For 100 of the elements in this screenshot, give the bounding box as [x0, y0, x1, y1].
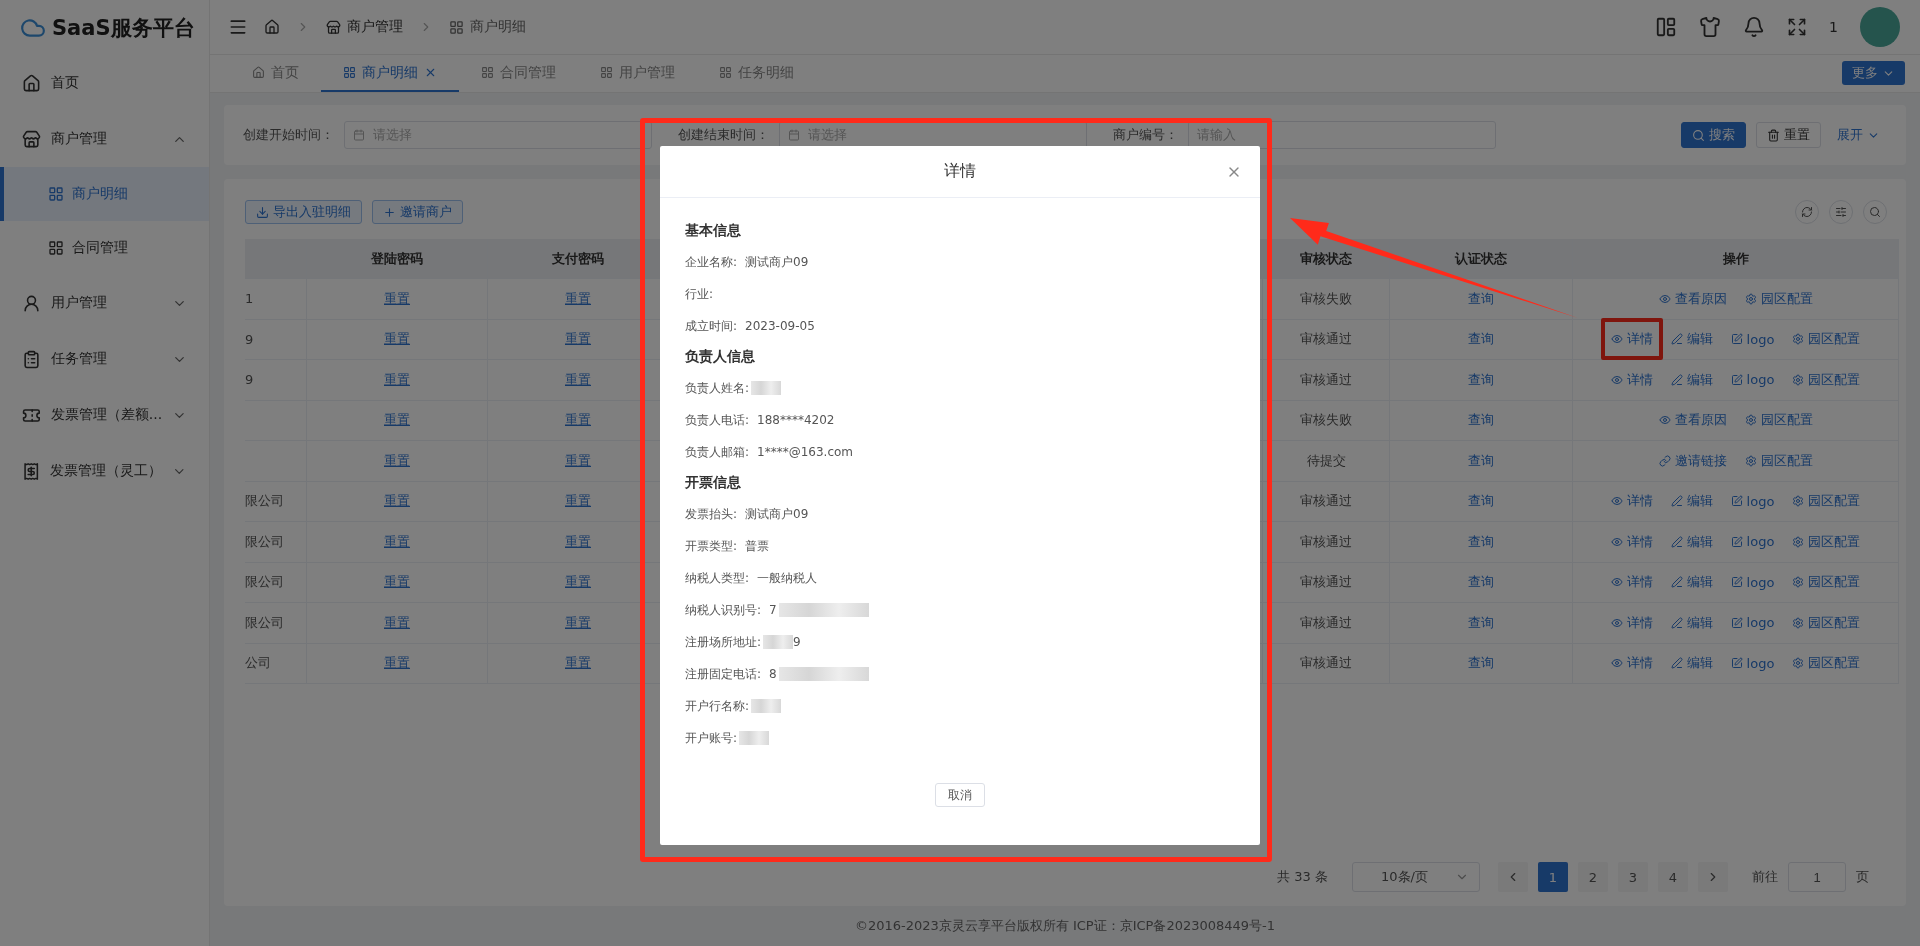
- action-link[interactable]: logo: [1730, 615, 1775, 631]
- reset-link[interactable]: 重置: [384, 573, 410, 592]
- query-link[interactable]: 查询: [1468, 411, 1494, 430]
- query-link[interactable]: 查询: [1468, 532, 1494, 551]
- action-link[interactable]: logo: [1730, 574, 1775, 590]
- toolbar-button[interactable]: 导出入驻明细: [245, 200, 362, 224]
- action-link[interactable]: 园区配置: [1744, 451, 1813, 470]
- reset-link[interactable]: 重置: [565, 451, 591, 470]
- query-link[interactable]: 查询: [1468, 654, 1494, 673]
- action-link[interactable]: 详情: [1610, 654, 1653, 673]
- action-link[interactable]: 详情: [1610, 492, 1653, 511]
- sidebar-subitem[interactable]: 合同管理: [0, 221, 209, 275]
- expand-link[interactable]: 展开: [1831, 125, 1886, 145]
- query-link[interactable]: 查询: [1468, 492, 1494, 511]
- page-input[interactable]: 1: [1788, 862, 1846, 892]
- reset-link[interactable]: 重置: [384, 289, 410, 308]
- reset-link[interactable]: 重置: [384, 654, 410, 673]
- reset-link[interactable]: 重置: [384, 330, 410, 349]
- shirt-icon[interactable]: [1699, 16, 1722, 38]
- layout-icon[interactable]: [1655, 16, 1678, 38]
- action-link[interactable]: 编辑: [1670, 654, 1713, 673]
- bell-icon[interactable]: [1743, 16, 1766, 38]
- reset-link[interactable]: 重置: [565, 330, 591, 349]
- page-tab[interactable]: 任务明细: [697, 55, 816, 92]
- sidebar-item[interactable]: 任务管理: [0, 331, 209, 387]
- action-link[interactable]: 编辑: [1670, 573, 1713, 592]
- column-settings-button[interactable]: [1829, 200, 1853, 224]
- action-link[interactable]: 园区配置: [1792, 573, 1861, 592]
- reset-link[interactable]: 重置: [565, 654, 591, 673]
- action-link[interactable]: 园区配置: [1792, 330, 1861, 349]
- action-link[interactable]: 编辑: [1670, 492, 1713, 511]
- reset-button[interactable]: 重置: [1756, 122, 1821, 148]
- action-link[interactable]: logo: [1730, 655, 1775, 671]
- action-link[interactable]: logo: [1730, 493, 1775, 509]
- cancel-button[interactable]: 取消: [935, 783, 985, 807]
- page-tab[interactable]: 首页: [230, 55, 321, 92]
- action-link[interactable]: 详情: [1600, 318, 1663, 361]
- close-icon[interactable]: [424, 66, 437, 79]
- page-button[interactable]: 1: [1538, 862, 1568, 892]
- query-link[interactable]: 查询: [1468, 289, 1494, 308]
- reset-link[interactable]: 重置: [384, 451, 410, 470]
- action-link[interactable]: 园区配置: [1792, 613, 1861, 632]
- more-button[interactable]: 更多: [1842, 61, 1905, 85]
- action-link[interactable]: 园区配置: [1744, 289, 1813, 308]
- menu-icon[interactable]: [228, 17, 248, 37]
- reset-link[interactable]: 重置: [565, 613, 591, 632]
- sidebar-item[interactable]: 首页: [0, 55, 209, 111]
- breadcrumb-item[interactable]: 商户管理: [326, 18, 403, 36]
- action-link[interactable]: 详情: [1610, 370, 1653, 389]
- toolbar-button[interactable]: 邀请商户: [372, 200, 463, 224]
- query-link[interactable]: 查询: [1468, 573, 1494, 592]
- query-link[interactable]: 查询: [1468, 451, 1494, 470]
- breadcrumb-item[interactable]: 商户明细: [449, 18, 526, 36]
- query-link[interactable]: 查询: [1468, 330, 1494, 349]
- page-button[interactable]: 2: [1578, 862, 1608, 892]
- action-link[interactable]: logo: [1730, 331, 1775, 347]
- action-link[interactable]: 编辑: [1670, 613, 1713, 632]
- sidebar-item[interactable]: 用户管理: [0, 275, 209, 331]
- action-link[interactable]: 查看原因: [1658, 289, 1727, 308]
- reset-link[interactable]: 重置: [565, 289, 591, 308]
- reset-link[interactable]: 重置: [565, 532, 591, 551]
- page-tab[interactable]: 商户明细: [321, 55, 459, 92]
- reset-link[interactable]: 重置: [384, 492, 410, 511]
- sidebar-item[interactable]: 商户管理: [0, 111, 209, 167]
- action-link[interactable]: 详情: [1610, 573, 1653, 592]
- action-link[interactable]: logo: [1730, 534, 1775, 550]
- action-link[interactable]: 园区配置: [1792, 654, 1861, 673]
- action-link[interactable]: 编辑: [1670, 370, 1713, 389]
- home-icon[interactable]: [264, 19, 280, 35]
- search-button[interactable]: [1863, 200, 1887, 224]
- page-button[interactable]: 3: [1618, 862, 1648, 892]
- reset-link[interactable]: 重置: [384, 613, 410, 632]
- action-link[interactable]: 邀请链接: [1658, 451, 1727, 470]
- action-link[interactable]: 查看原因: [1658, 411, 1727, 430]
- action-link[interactable]: 园区配置: [1792, 532, 1861, 551]
- page-button[interactable]: 4: [1658, 862, 1688, 892]
- action-link[interactable]: logo: [1730, 372, 1775, 388]
- reset-link[interactable]: 重置: [384, 532, 410, 551]
- action-link[interactable]: 编辑: [1670, 330, 1713, 349]
- fullscreen-icon[interactable]: [1787, 17, 1808, 37]
- action-link[interactable]: 详情: [1610, 613, 1653, 632]
- sidebar-item[interactable]: 发票管理（灵工）: [0, 443, 209, 499]
- query-link[interactable]: 查询: [1468, 613, 1494, 632]
- reset-link[interactable]: 重置: [384, 370, 410, 389]
- action-link[interactable]: 园区配置: [1792, 492, 1861, 511]
- sidebar-subitem[interactable]: 商户明细: [0, 167, 209, 221]
- reset-link[interactable]: 重置: [565, 411, 591, 430]
- action-link[interactable]: 园区配置: [1744, 411, 1813, 430]
- query-link[interactable]: 查询: [1468, 370, 1494, 389]
- avatar[interactable]: [1860, 7, 1900, 47]
- refresh-button[interactable]: [1795, 200, 1819, 224]
- reset-link[interactable]: 重置: [384, 411, 410, 430]
- action-link[interactable]: 详情: [1610, 532, 1653, 551]
- action-link[interactable]: 编辑: [1670, 532, 1713, 551]
- reset-link[interactable]: 重置: [565, 370, 591, 389]
- reset-link[interactable]: 重置: [565, 492, 591, 511]
- search-button[interactable]: 搜索: [1681, 122, 1746, 148]
- sidebar-item[interactable]: 发票管理（差额...: [0, 387, 209, 443]
- reset-link[interactable]: 重置: [565, 573, 591, 592]
- page-size-select[interactable]: 10条/页: [1352, 862, 1480, 892]
